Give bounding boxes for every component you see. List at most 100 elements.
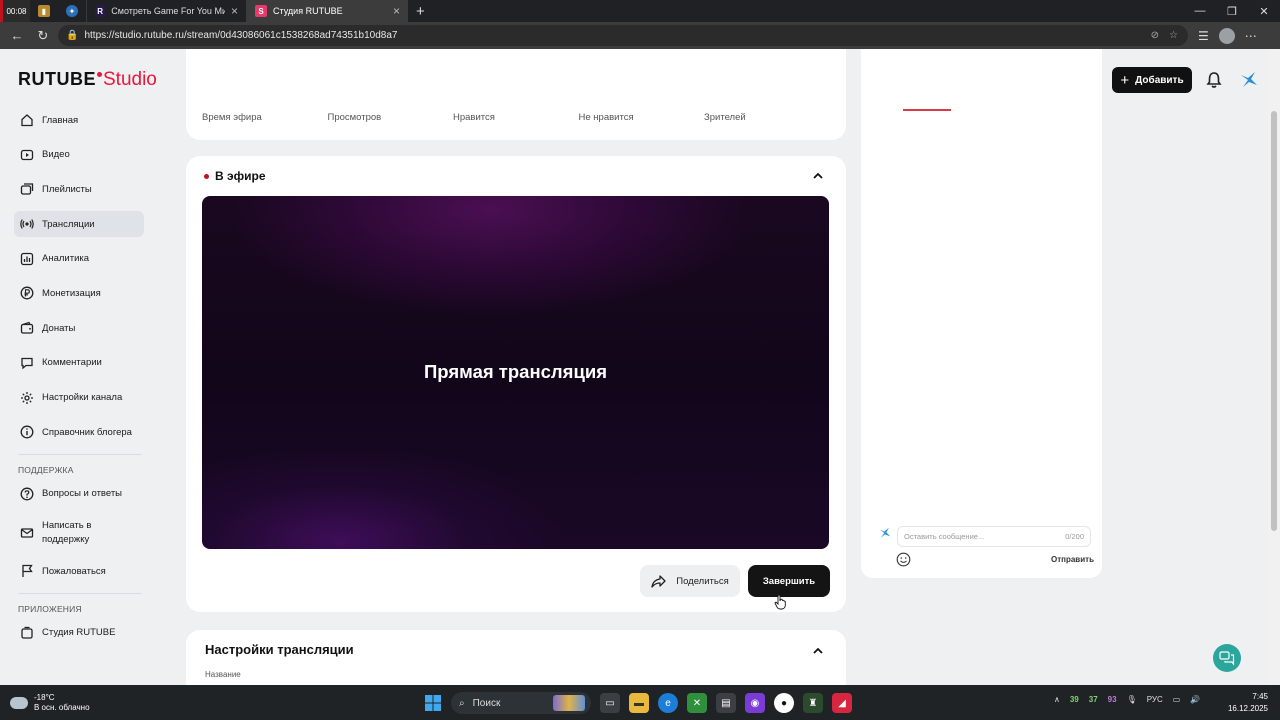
tray-overflow-icon[interactable]: ∧ [1054, 695, 1060, 704]
back-icon[interactable]: ← [6, 25, 28, 47]
task-view-icon[interactable]: ▭ [600, 693, 620, 713]
store-icon[interactable]: ▤ [716, 693, 736, 713]
game-app-icon[interactable]: ♜ [803, 693, 823, 713]
chat-message-input[interactable]: Оставить сообщение... 0/200 [897, 526, 1091, 547]
logo-studio: Studio [103, 69, 157, 90]
stat-label-dislikes: Не нравится [578, 112, 634, 123]
settings-name-label: Название [205, 670, 241, 679]
microphone-icon[interactable]: 🎙 [1127, 695, 1137, 704]
home-icon [21, 114, 33, 127]
network-icon[interactable]: ▭ [1173, 695, 1181, 704]
maximize-icon[interactable]: ❐ [1216, 0, 1248, 22]
video-player[interactable]: Прямая трансляция [202, 196, 829, 549]
chat-avatar-icon [879, 527, 891, 538]
hand-cursor-icon [774, 594, 786, 610]
sidebar-divider [18, 453, 142, 455]
file-explorer-icon[interactable]: ▬ [629, 693, 649, 713]
weather-description: В осн. облачно [34, 702, 90, 712]
search-highlight-image [553, 695, 585, 711]
edge-browser-icon[interactable]: e [658, 693, 678, 713]
tab-close-icon[interactable]: × [393, 4, 400, 18]
support-chat-button[interactable] [1213, 644, 1241, 672]
tab-label: Смотреть Game For You Мишан [111, 6, 225, 16]
obs-icon[interactable]: ● [774, 693, 794, 713]
channel-avatar-icon[interactable] [1240, 71, 1258, 89]
chat-send-button[interactable]: Отправить [1051, 555, 1094, 564]
finish-stream-button[interactable]: Завершить [748, 565, 830, 597]
add-button[interactable]: + Добавить [1112, 67, 1192, 93]
pinned-tab[interactable]: ▮ [30, 0, 58, 22]
broadcast-icon [20, 219, 34, 229]
sidebar-item-label: Донаты [42, 322, 76, 334]
sidebar-item-video[interactable]: Видео [14, 142, 144, 168]
chevron-up-icon[interactable] [812, 170, 824, 182]
sidebar-item-channel-settings[interactable]: Настройки канала [14, 385, 144, 411]
xbox-icon[interactable]: ✕ [687, 693, 707, 713]
scrollbar-thumb[interactable] [1271, 111, 1277, 531]
sidebar-item-donations[interactable]: Донаты [14, 315, 144, 341]
photo-app-icon[interactable]: ◉ [745, 693, 765, 713]
more-icon[interactable]: ⋯ [1245, 29, 1257, 43]
stat-label-likes: Нравится [453, 112, 495, 123]
tab-studio[interactable]: S Студия RUTUBE × [246, 0, 408, 22]
sidebar-item-playlists[interactable]: Плейлисты [14, 176, 144, 202]
windows-start-icon[interactable] [424, 694, 442, 712]
rutube-studio-logo[interactable]: RUTUBE Studio [18, 69, 157, 91]
favorites-icon[interactable]: ☰ [1198, 29, 1209, 43]
chat-bubbles-icon [1219, 650, 1235, 666]
chat-char-counter: 0/200 [1065, 532, 1084, 541]
info-icon [20, 425, 34, 439]
url-field[interactable]: 🔒 https://studio.rutube.ru/stream/0d4308… [58, 25, 1188, 46]
sidebar-item-studio-app[interactable]: Студия RUTUBE [14, 620, 144, 646]
tray-number: 93 [1107, 695, 1117, 704]
page-scrollbar[interactable] [1268, 49, 1280, 685]
sidebar-item-contact-support[interactable]: Написать в поддержку [14, 516, 144, 550]
taskbar-search[interactable]: ⌕ Поиск [451, 692, 591, 714]
sidebar-item-label: Пожаловаться [42, 565, 106, 577]
chevron-up-icon[interactable] [812, 645, 824, 657]
bell-icon[interactable] [1206, 71, 1222, 89]
minimize-icon[interactable]: — [1184, 0, 1216, 22]
tab-close-icon[interactable]: × [231, 4, 238, 18]
sidebar-divider [18, 592, 142, 594]
sidebar-item-label: Справочник блогера [42, 426, 132, 438]
new-tab-icon[interactable]: + [416, 3, 425, 20]
volume-icon[interactable]: 🔊 [1190, 695, 1200, 704]
taskbar-clock[interactable]: 7:45 16.12.2025 [1222, 691, 1268, 715]
tab-time[interactable]: 00:08 [0, 0, 30, 22]
window-close-icon[interactable]: ✕ [1248, 0, 1280, 22]
tab-watch[interactable]: R Смотреть Game For You Мишан × [86, 0, 246, 22]
sidebar-item-monetization[interactable]: Монетизация [14, 280, 144, 306]
pinned-tab[interactable]: ✦ [58, 0, 86, 22]
video-title: Прямая трансляция [423, 361, 607, 382]
share-icon [651, 574, 666, 588]
sidebar-item-label: Настройки канала [42, 392, 123, 403]
live-status: В эфире [204, 169, 266, 183]
sidebar-item-home[interactable]: Главная [14, 107, 144, 133]
sidebar-item-label: Написать в поддержку [42, 520, 92, 545]
sidebar-item-report[interactable]: Пожаловаться [14, 558, 144, 584]
gear-icon [21, 391, 33, 404]
weather-temperature: -18°C [34, 693, 55, 702]
favorite-star-icon[interactable]: ☆ [1169, 30, 1178, 41]
amd-icon[interactable]: ◢ [832, 693, 852, 713]
weather-widget[interactable]: -18°C В осн. облачно [10, 693, 90, 712]
sidebar-item-analytics[interactable]: Аналитика [14, 246, 144, 272]
studio-page: RUTUBE Studio + Добавить Главная Видео П… [0, 49, 1268, 685]
video-icon [20, 149, 34, 160]
sidebar-item-broadcasts[interactable]: Трансляции [14, 211, 144, 238]
share-button[interactable]: Поделиться [640, 565, 740, 597]
settings-title: Настройки трансляции [205, 642, 354, 657]
system-tray: ∧ 39 37 93 🎙 РУС ▭ 🔊 [1054, 695, 1200, 704]
sidebar-item-label: Главная [42, 114, 79, 126]
sidebar-item-blogger-guide[interactable]: Справочник блогера [14, 419, 144, 445]
profile-avatar[interactable] [1218, 27, 1235, 44]
stat-label-views: Просмотров [327, 112, 382, 123]
sidebar-item-comments[interactable]: Комментарии [14, 350, 144, 376]
tab-label: Студия RUTUBE [273, 6, 343, 16]
emoji-icon[interactable] [896, 552, 911, 567]
sidebar-item-faq[interactable]: Вопросы и ответы [14, 481, 144, 507]
tracking-icon[interactable]: ⊘ [1151, 30, 1159, 41]
language-indicator[interactable]: РУС [1147, 695, 1163, 704]
reload-icon[interactable]: ↻ [32, 25, 54, 47]
